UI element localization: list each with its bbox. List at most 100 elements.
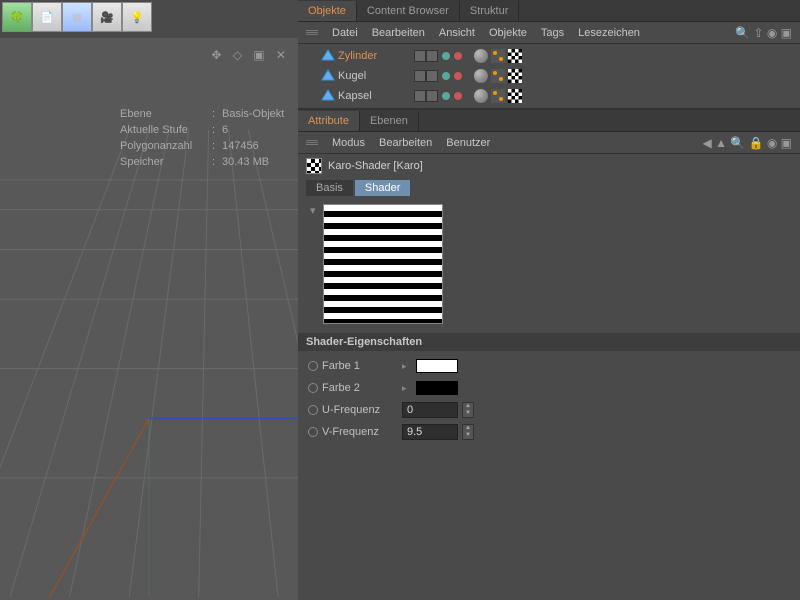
shader-subtabs: Basis Shader (298, 178, 800, 198)
viewport-info: Ebene:Basis-Objekt Aktuelle Stufe:6 Poly… (120, 106, 284, 170)
color1-swatch[interactable] (416, 359, 458, 373)
viewport[interactable]: ✥ ◇ ▣ ✕ Ebene:Basis-Objekt Aktuelle Stuf… (0, 38, 298, 600)
chevron-right-icon[interactable]: ▸ (402, 383, 412, 394)
layer-toggle[interactable] (414, 50, 426, 62)
prop-label: U-Frequenz (322, 404, 398, 416)
menu-tags[interactable]: Tags (541, 27, 564, 39)
prop-ufreq: U-Frequenz ▲▼ (302, 399, 796, 421)
main-toolbar: 🍀 📄 ▦ 🎥 💡 (0, 0, 298, 34)
info-memory-value: 30.43 MB (222, 154, 269, 170)
tab-objects[interactable]: Objekte (298, 1, 357, 21)
info-level-value: Basis-Objekt (222, 106, 284, 122)
prop-vfreq: V-Frequenz ▲▼ (302, 421, 796, 443)
color2-swatch[interactable] (416, 381, 458, 395)
checker-tag[interactable] (508, 89, 522, 103)
preview-expand-icon[interactable]: ▾ (310, 204, 320, 217)
tab-structure[interactable]: Struktur (460, 1, 520, 21)
visibility-render-dot[interactable] (454, 92, 462, 100)
material-tag[interactable] (474, 49, 488, 63)
prop-color2: Farbe 2 ▸ (302, 377, 796, 399)
grip-icon[interactable] (306, 140, 318, 145)
vfreq-input[interactable] (402, 424, 458, 440)
prop-label: Farbe 1 (322, 360, 398, 372)
phong-tag[interactable] (491, 69, 505, 83)
chevron-right-icon[interactable]: ▸ (402, 361, 412, 372)
material-tag[interactable] (474, 69, 488, 83)
subtab-shader[interactable]: Shader (355, 180, 410, 196)
tab-attribute[interactable]: Attribute (298, 111, 360, 131)
info-stage-label: Aktuelle Stufe (120, 122, 212, 138)
prop-color1: Farbe 1 ▸ (302, 355, 796, 377)
visibility-render-dot[interactable] (454, 72, 462, 80)
object-name: Kugel (338, 70, 408, 82)
object-row-zylinder[interactable]: Zylinder (298, 46, 800, 66)
attr-nav-icons[interactable]: ◀ ▲ 🔍 🔒 ◉ ▣ (703, 136, 792, 150)
object-row-kugel[interactable]: Kugel (298, 66, 800, 86)
paper-icon[interactable]: 📄 (32, 2, 62, 32)
visibility-editor-dot[interactable] (442, 52, 450, 60)
attr-header: Karo-Shader [Karo] (298, 154, 800, 178)
subtab-basis[interactable]: Basis (306, 180, 353, 196)
menu-objects[interactable]: Objekte (489, 27, 527, 39)
primitive-icon (320, 88, 336, 104)
info-polycount-value: 147456 (222, 138, 259, 154)
spinner[interactable]: ▲▼ (462, 424, 474, 440)
bulb-icon[interactable]: 💡 (122, 2, 152, 32)
clover-icon[interactable]: 🍀 (2, 2, 32, 32)
right-panel: Objekte Content Browser Struktur Datei B… (298, 0, 800, 600)
checker-tag[interactable] (508, 49, 522, 63)
menu-user[interactable]: Benutzer (446, 137, 490, 149)
tab-layers[interactable]: Ebenen (360, 111, 419, 131)
objects-list: Zylinder Kugel Kapsel (298, 44, 800, 108)
phong-tag[interactable] (491, 89, 505, 103)
objects-panel-right-icons[interactable]: 🔍 ⇧ ◉ ▣ (735, 26, 792, 40)
menu-edit[interactable]: Bearbeiten (372, 27, 425, 39)
ufreq-input[interactable] (402, 402, 458, 418)
shader-preview-area: ▾ (298, 198, 800, 333)
prop-label: Farbe 2 (322, 382, 398, 394)
anim-radio[interactable] (308, 405, 318, 415)
info-level-label: Ebene (120, 106, 212, 122)
menu-file[interactable]: Datei (332, 27, 358, 39)
viewport-hud-icons[interactable]: ✥ ◇ ▣ ✕ (211, 48, 290, 62)
shader-title: Karo-Shader [Karo] (328, 160, 423, 172)
info-stage-value: 6 (222, 122, 228, 138)
menu-view[interactable]: Ansicht (439, 27, 475, 39)
primitive-icon (320, 68, 336, 84)
menu-bookmarks[interactable]: Lesezeichen (578, 27, 640, 39)
prop-label: V-Frequenz (322, 426, 398, 438)
anim-radio[interactable] (308, 427, 318, 437)
menu-edit[interactable]: Bearbeiten (379, 137, 432, 149)
shader-properties: Farbe 1 ▸ Farbe 2 ▸ U-Frequenz ▲▼ V-Freq… (298, 351, 800, 447)
phong-tag[interactable] (491, 49, 505, 63)
visibility-render-dot[interactable] (454, 52, 462, 60)
attr-menu-bar: Modus Bearbeiten Benutzer ◀ ▲ 🔍 🔒 ◉ ▣ (298, 132, 800, 154)
objects-tab-bar: Objekte Content Browser Struktur (298, 0, 800, 22)
grid-icon[interactable]: ▦ (62, 2, 92, 32)
visibility-editor-dot[interactable] (442, 72, 450, 80)
primitive-icon (320, 48, 336, 64)
info-polycount-label: Polygonanzahl (120, 138, 212, 154)
left-panel: 🍀 📄 ▦ 🎥 💡 (0, 0, 298, 600)
camera-icon[interactable]: 🎥 (92, 2, 122, 32)
render-toggle[interactable] (426, 50, 438, 62)
checker-tag[interactable] (508, 69, 522, 83)
section-header: Shader-Eigenschaften (298, 333, 800, 351)
menu-mode[interactable]: Modus (332, 137, 365, 149)
render-toggle[interactable] (426, 90, 438, 102)
objects-menu-bar: Datei Bearbeiten Ansicht Objekte Tags Le… (298, 22, 800, 44)
visibility-editor-dot[interactable] (442, 92, 450, 100)
anim-radio[interactable] (308, 383, 318, 393)
attr-tab-bar: Attribute Ebenen (298, 110, 800, 132)
material-tag[interactable] (474, 89, 488, 103)
render-toggle[interactable] (426, 70, 438, 82)
layer-toggle[interactable] (414, 90, 426, 102)
shader-preview[interactable] (323, 204, 443, 324)
object-name: Kapsel (338, 90, 408, 102)
grip-icon[interactable] (306, 30, 318, 35)
layer-toggle[interactable] (414, 70, 426, 82)
object-row-kapsel[interactable]: Kapsel (298, 86, 800, 106)
spinner[interactable]: ▲▼ (462, 402, 474, 418)
tab-content-browser[interactable]: Content Browser (357, 1, 460, 21)
anim-radio[interactable] (308, 361, 318, 371)
